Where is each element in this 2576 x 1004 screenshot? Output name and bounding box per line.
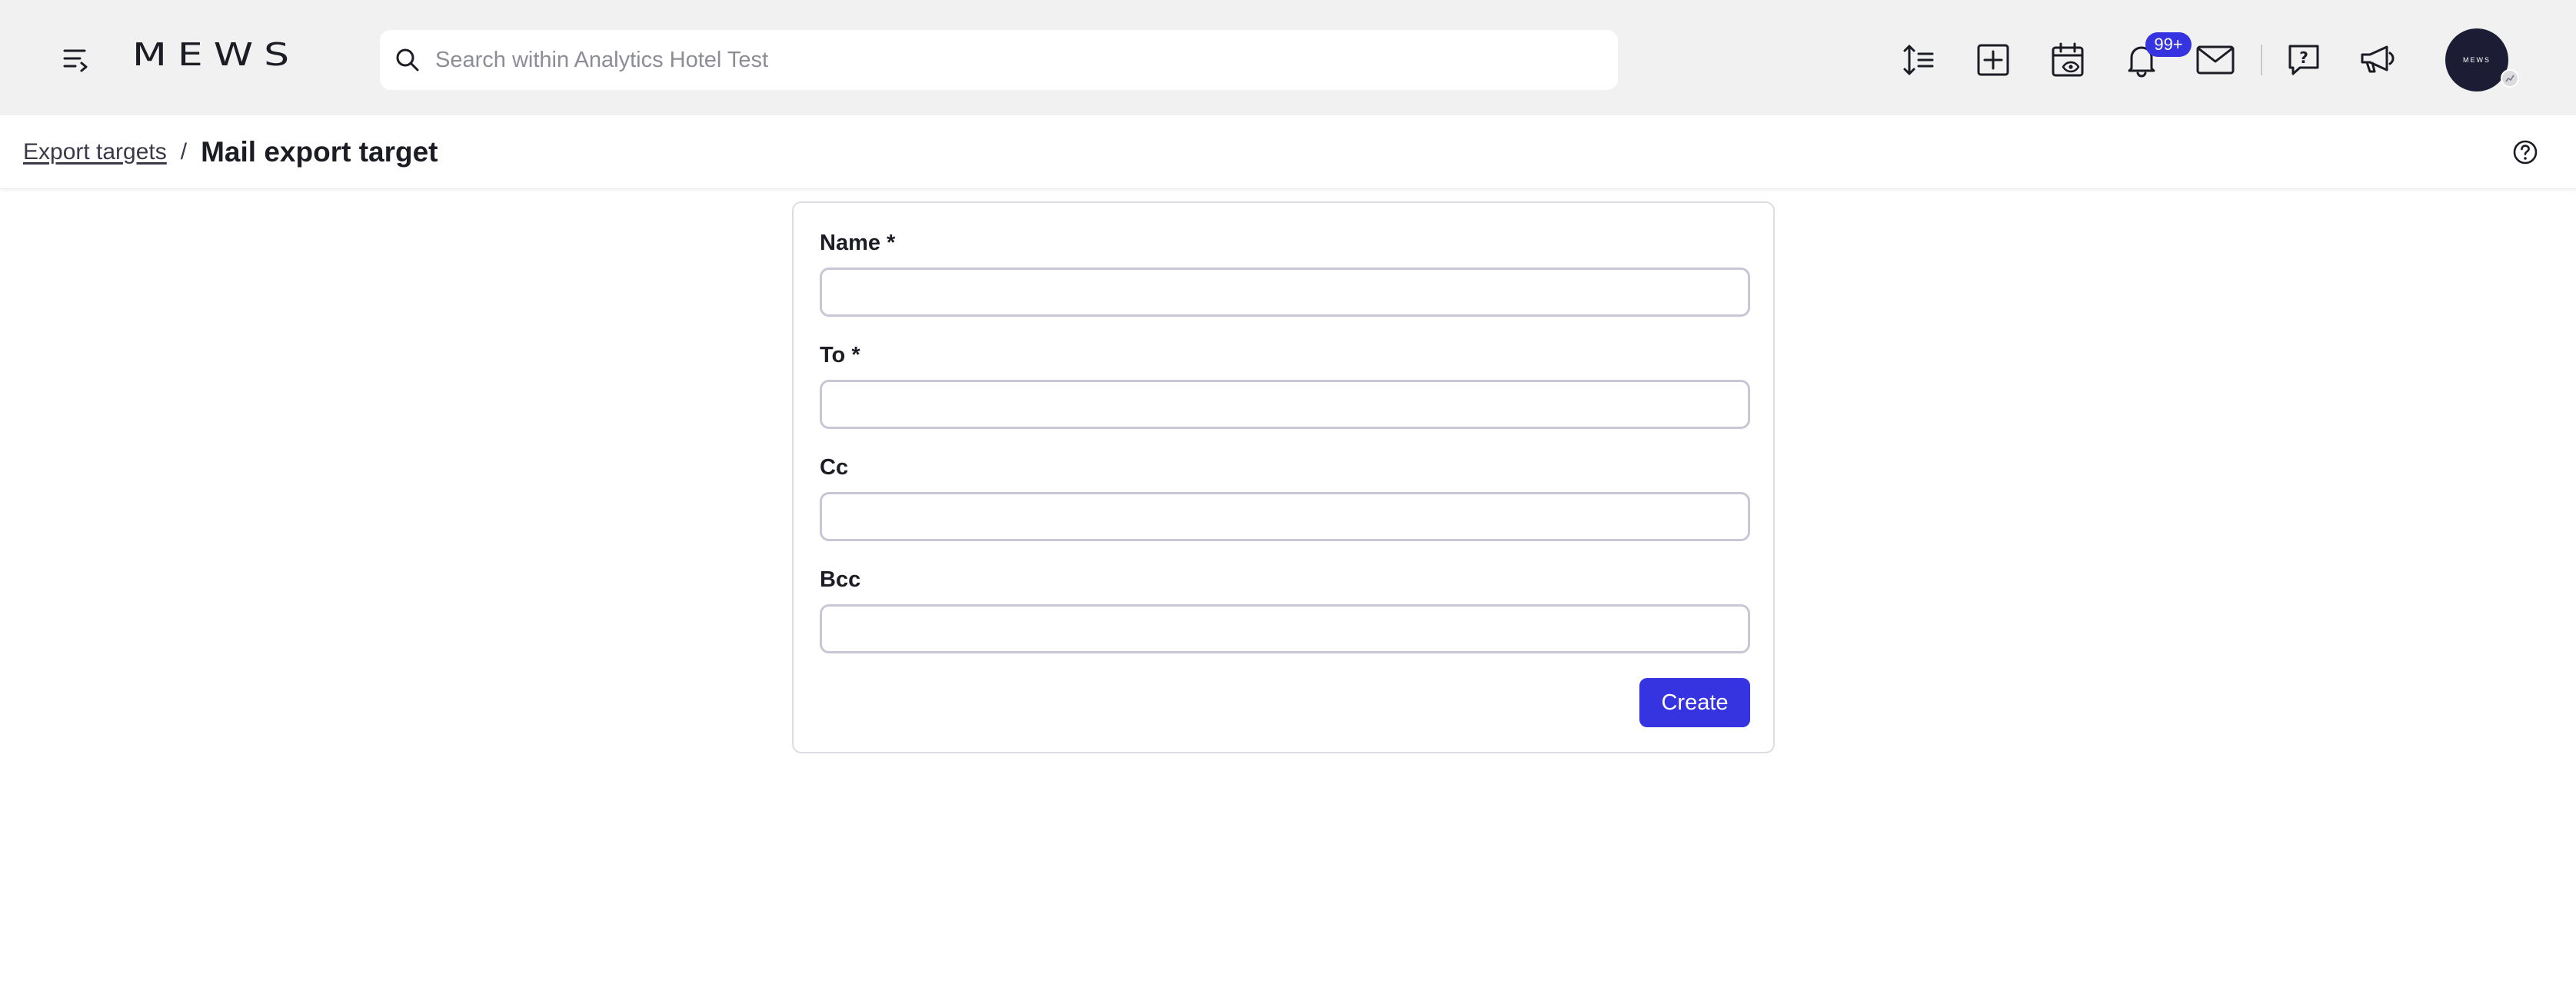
megaphone-icon[interactable] [2358, 42, 2398, 78]
mail-icon[interactable] [2195, 42, 2236, 78]
avatar[interactable]: MEWS [2445, 28, 2508, 91]
breadcrumb-link-export-targets[interactable]: Export targets [23, 139, 167, 165]
header-divider [2261, 45, 2262, 75]
calendar-view-icon[interactable] [2048, 40, 2088, 80]
name-label: Name * [820, 231, 896, 255]
search-input[interactable] [435, 37, 1589, 83]
notification-badge: 99+ [2145, 32, 2192, 57]
create-button[interactable]: Create [1639, 678, 1750, 727]
breadcrumb-separator: / [180, 139, 188, 165]
name-field[interactable] [820, 268, 1750, 317]
plus-box-icon[interactable] [1975, 42, 2012, 78]
breadcrumb: Export targets / Mail export target [23, 135, 438, 170]
search-bar[interactable] [380, 30, 1618, 90]
help-chat-icon[interactable]: ? [2285, 42, 2322, 78]
bcc-label: Bcc [820, 567, 861, 592]
cc-field[interactable] [820, 492, 1750, 541]
bcc-field[interactable] [820, 604, 1750, 653]
avatar-status-icon [2501, 69, 2519, 88]
mail-export-form: Name * To * Cc Bcc Create [792, 201, 1775, 753]
avatar-label: MEWS [2463, 56, 2491, 64]
search-icon [391, 43, 424, 77]
menu-icon[interactable] [60, 43, 94, 77]
svg-text:?: ? [2299, 48, 2308, 67]
help-circle-icon[interactable] [2511, 138, 2539, 166]
to-field[interactable] [820, 380, 1750, 429]
cc-label: Cc [820, 455, 849, 480]
to-label: To * [820, 343, 860, 367]
mews-logo[interactable]: MEWS [132, 39, 300, 71]
page-title: Mail export target [201, 136, 438, 168]
sort-lines-icon[interactable] [1899, 41, 1938, 79]
